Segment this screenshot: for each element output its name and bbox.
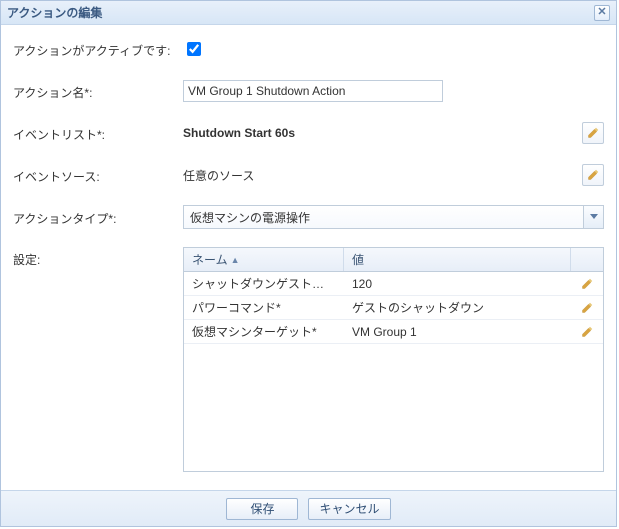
pencil-icon[interactable] [581,326,593,338]
grid-header-value[interactable]: 値 [344,248,571,271]
grid-header-edit [571,248,603,271]
row-actiontype: アクションタイプ*: 仮想マシンの電源操作 [13,205,604,229]
grid-body: シャットダウンゲストタイ... 120 パワーコマンド* ゲストのシャットダウン [184,272,603,471]
eventsource-label: イベントソース: [13,166,183,185]
eventlist-value: Shutdown Start 60s [183,126,295,140]
active-label: アクションがアクティブです: [13,40,183,59]
table-row[interactable]: パワーコマンド* ゲストのシャットダウン [184,296,603,320]
row-name: アクション名*: [13,79,604,103]
pencil-icon [587,169,599,181]
name-label: アクション名*: [13,82,183,101]
sort-asc-icon: ▲ [231,255,240,265]
row-settings: 設定: ネーム ▲ 値 シャットダウンゲストタイ... 120 [13,247,604,472]
cell-name: 仮想マシンターゲット* [184,320,344,343]
form-area: アクションがアクティブです: アクション名*: イベントリスト*: Shutdo… [1,25,616,476]
name-input[interactable] [183,80,443,102]
pencil-icon[interactable] [581,278,593,290]
eventlist-label: イベントリスト*: [13,124,183,143]
table-row[interactable]: 仮想マシンターゲット* VM Group 1 [184,320,603,344]
pencil-icon[interactable] [581,302,593,314]
cell-value: 120 [344,274,571,294]
cancel-button[interactable]: キャンセル [308,498,390,520]
settings-grid: ネーム ▲ 値 シャットダウンゲストタイ... 120 [183,247,604,472]
titlebar: アクションの編集 ✕ [1,1,616,25]
save-button[interactable]: 保存 [226,498,298,520]
row-eventlist: イベントリスト*: Shutdown Start 60s [13,121,604,145]
eventsource-edit-button[interactable] [582,164,604,186]
cell-value: VM Group 1 [344,322,571,342]
grid-header-name[interactable]: ネーム ▲ [184,248,344,271]
row-active: アクションがアクティブです: [13,37,604,61]
settings-label: 設定: [13,247,183,268]
grid-header: ネーム ▲ 値 [184,248,603,272]
actiontype-label: アクションタイプ*: [13,208,183,227]
actiontype-value: 仮想マシンの電源操作 [190,209,310,226]
dialog-title: アクションの編集 [7,4,594,21]
close-icon: ✕ [597,7,606,18]
cell-name: シャットダウンゲストタイ... [184,272,344,295]
table-row[interactable]: シャットダウンゲストタイ... 120 [184,272,603,296]
eventsource-value: 任意のソース [183,167,254,184]
actiontype-select[interactable]: 仮想マシンの電源操作 [183,205,604,229]
cell-value: ゲストのシャットダウン [344,296,571,319]
active-checkbox[interactable] [187,42,201,56]
cell-name: パワーコマンド* [184,296,344,319]
dialog-footer: 保存 キャンセル [1,490,616,526]
row-eventsource: イベントソース: 任意のソース [13,163,604,187]
eventlist-edit-button[interactable] [582,122,604,144]
pencil-icon [587,127,599,139]
close-button[interactable]: ✕ [594,5,610,21]
edit-action-dialog: アクションの編集 ✕ アクションがアクティブです: アクション名*: イベントリ… [0,0,617,527]
